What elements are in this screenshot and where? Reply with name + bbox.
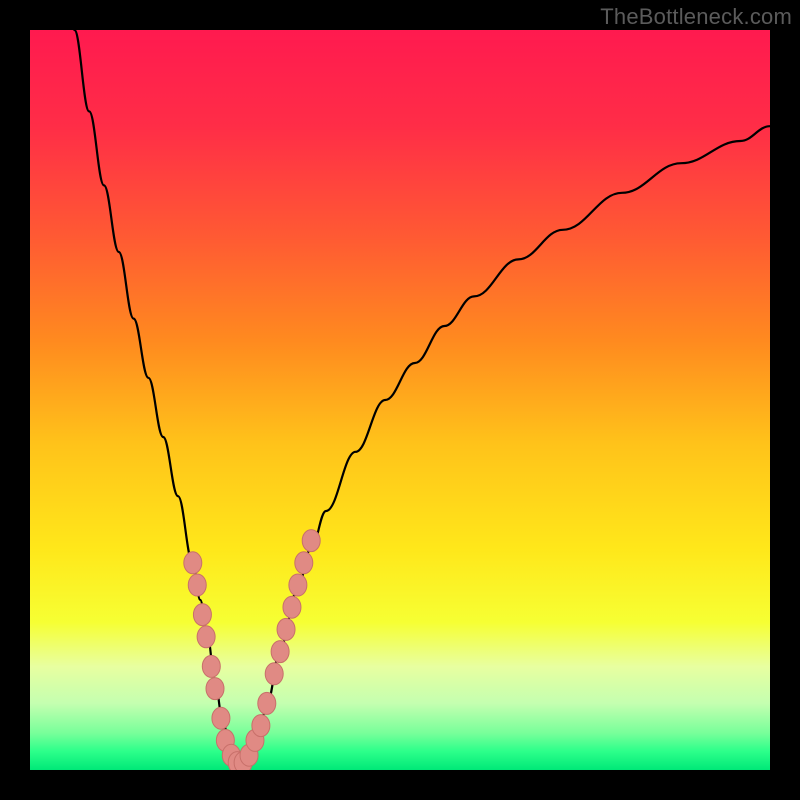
marker-group <box>184 530 320 770</box>
marker-point <box>197 626 215 648</box>
marker-point <box>302 530 320 552</box>
plot-area <box>30 30 770 770</box>
marker-point <box>277 618 295 640</box>
marker-point <box>252 715 270 737</box>
marker-point <box>188 574 206 596</box>
chart-overlay <box>30 30 770 770</box>
marker-point <box>202 655 220 677</box>
marker-point <box>258 692 276 714</box>
marker-point <box>283 596 301 618</box>
marker-point <box>193 604 211 626</box>
marker-point <box>212 707 230 729</box>
marker-point <box>289 574 307 596</box>
chart-frame: TheBottleneck.com <box>0 0 800 800</box>
watermark-text: TheBottleneck.com <box>600 4 792 30</box>
bottleneck-curve <box>74 30 770 763</box>
marker-point <box>206 678 224 700</box>
marker-point <box>295 552 313 574</box>
marker-point <box>271 641 289 663</box>
marker-point <box>184 552 202 574</box>
marker-point <box>265 663 283 685</box>
